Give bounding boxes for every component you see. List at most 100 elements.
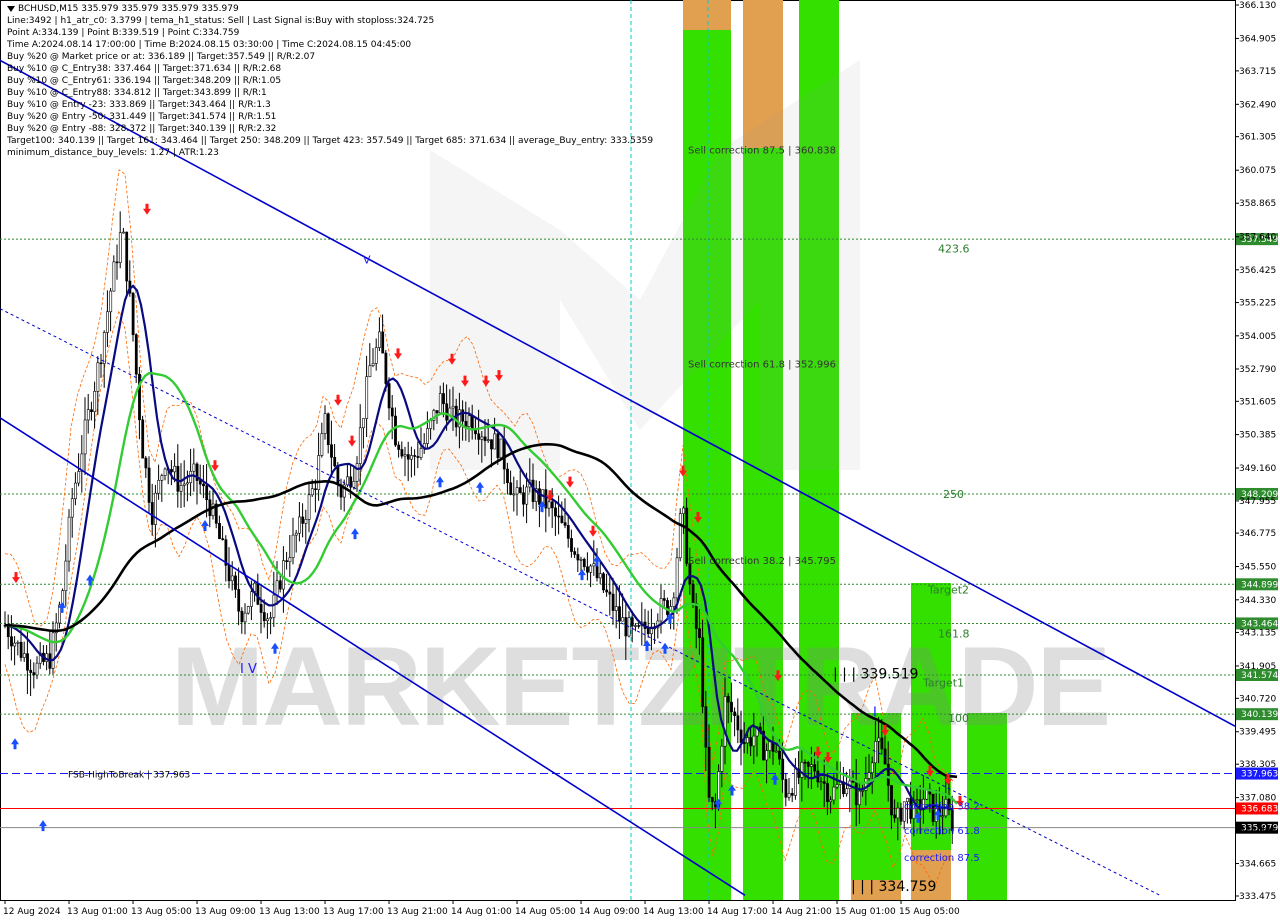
- price-tick-label: 341.905: [1239, 662, 1276, 672]
- candle-body: [86, 409, 90, 421]
- candle-body: [394, 415, 397, 446]
- candle-body: [736, 715, 740, 731]
- time-tick-label: 15 Aug 01:00: [835, 907, 896, 917]
- buy-arrow-icon: [436, 476, 444, 488]
- candle-body: [301, 516, 305, 524]
- time-tick-label: 13 Aug 09:00: [195, 907, 256, 917]
- time-tick-label: 15 Aug 05:00: [899, 907, 960, 917]
- info-line: Line:3492 | h1_atr_c0: 3.3799 | tema_h1_…: [7, 16, 435, 26]
- candle-body: [346, 476, 349, 486]
- candle-body: [317, 455, 321, 491]
- candle-body: [147, 467, 151, 503]
- candle-body: [378, 331, 381, 348]
- info-line: Time A:2024.08.14 17:00:00 | Time B:2024…: [7, 40, 412, 50]
- candle-body: [390, 407, 394, 417]
- candle-body: [675, 557, 679, 599]
- candle-body: [563, 522, 567, 526]
- candle-body: [480, 436, 484, 440]
- candle-body: [237, 589, 241, 612]
- candle-body: [467, 415, 471, 427]
- candle-body: [198, 480, 202, 485]
- price-tick-label: 334.665: [1239, 860, 1276, 870]
- candle-body: [877, 737, 881, 742]
- candle-body: [150, 502, 154, 525]
- candle-body: [275, 580, 279, 596]
- candle-body: [115, 261, 119, 264]
- price-level-value: 337.963: [1241, 770, 1278, 780]
- chart-annotation: Target1: [922, 676, 964, 689]
- buy-arrow-icon: [476, 481, 484, 493]
- price-tick-label: 356.425: [1239, 266, 1276, 276]
- price-tick-label: 361.305: [1239, 133, 1276, 143]
- candle-body: [602, 573, 605, 591]
- info-line: Buy %10 @ C_Entry61: 336.194 || Target:3…: [7, 76, 282, 86]
- candle-body: [813, 764, 817, 772]
- chart-annotation: 423.6: [938, 243, 970, 256]
- candle-body: [832, 786, 836, 801]
- sell-arrow-icon: [143, 203, 151, 215]
- candle-body: [851, 780, 855, 783]
- time-tick-label: 14 Aug 05:00: [515, 907, 576, 917]
- candle-body: [243, 612, 247, 623]
- candle-body: [509, 482, 513, 495]
- candle-body: [723, 696, 727, 747]
- candle-body: [554, 507, 557, 517]
- candle-body: [790, 792, 794, 796]
- candle-body: [746, 737, 749, 744]
- sell-arrow-icon: [589, 525, 597, 537]
- candle-body: [733, 711, 737, 716]
- candle-body: [13, 642, 17, 647]
- candle-body: [298, 516, 301, 534]
- price-tick-label: 349.160: [1239, 464, 1276, 474]
- buy-arrow-icon: [39, 820, 47, 832]
- candle-body: [576, 554, 580, 561]
- candle-body: [787, 792, 791, 798]
- sell-arrow-icon: [12, 572, 20, 584]
- candle-body: [774, 750, 778, 753]
- candle-body: [429, 420, 433, 429]
- candle-body: [96, 362, 100, 392]
- buy-arrow-icon: [11, 738, 19, 750]
- price-tick-label: 344.330: [1239, 596, 1276, 606]
- time-tick-label: 13 Aug 01:00: [67, 907, 128, 917]
- candle-body: [493, 433, 497, 450]
- candle-body: [6, 625, 10, 638]
- candle-body: [403, 454, 407, 457]
- candle-body: [202, 483, 205, 487]
- candle-body: [179, 485, 183, 492]
- candle-body: [618, 606, 621, 622]
- candle-body: [474, 429, 477, 435]
- dropdown-triangle-icon[interactable]: [7, 6, 15, 12]
- price-level-value: 344.899: [1241, 580, 1278, 590]
- price-tick-label: 346.775: [1239, 529, 1276, 539]
- sell-arrow-icon: [394, 348, 402, 360]
- candle-body: [170, 469, 173, 473]
- candle-body: [310, 488, 314, 496]
- candle-body: [499, 438, 503, 458]
- time-tick-label: 13 Aug 13:00: [259, 907, 320, 917]
- candle-body: [646, 628, 650, 635]
- candle-body: [637, 625, 641, 627]
- price-tick-label: 358.865: [1239, 199, 1276, 209]
- candle-body: [266, 618, 269, 622]
- candle-body: [106, 311, 109, 333]
- candle-body: [323, 413, 327, 434]
- candle-body: [822, 781, 826, 784]
- candle-body: [93, 391, 97, 413]
- price-tick-label: 362.490: [1239, 100, 1276, 110]
- price-tick-label: 352.790: [1239, 365, 1276, 375]
- candle-body: [845, 788, 849, 795]
- candle-body: [778, 750, 781, 760]
- candle-body: [435, 410, 439, 414]
- candle-body: [192, 463, 196, 472]
- candle-body: [438, 393, 442, 414]
- info-line: Buy %10 @ C_Entry38: 337.464 || Target:3…: [7, 64, 282, 74]
- chart-annotation: | | | 339.519: [833, 666, 918, 682]
- candle-body: [531, 479, 535, 502]
- candle-body: [682, 507, 685, 514]
- candle-body: [659, 598, 663, 622]
- candle-body: [870, 762, 874, 773]
- candle-body: [144, 457, 148, 469]
- candle-body: [259, 604, 263, 613]
- candle-body: [810, 764, 813, 767]
